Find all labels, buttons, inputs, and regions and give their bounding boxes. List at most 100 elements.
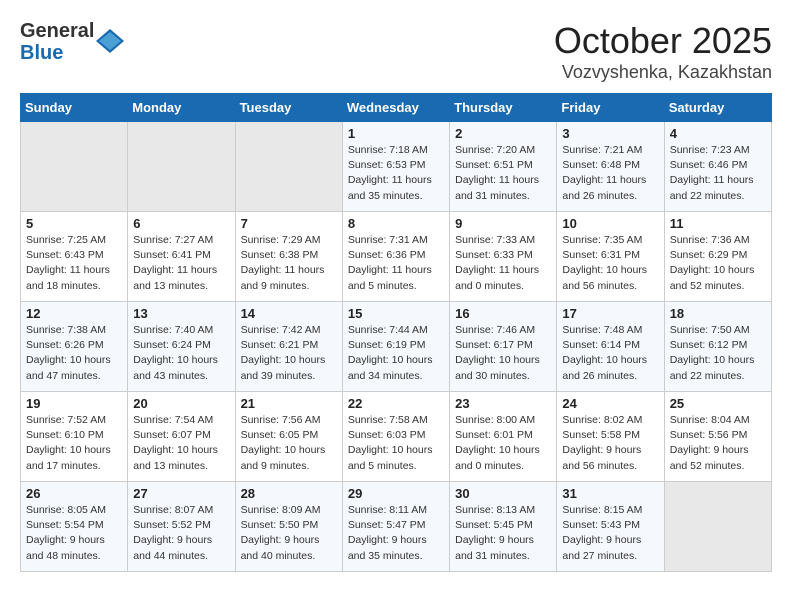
day-number: 3: [562, 126, 658, 141]
calendar-cell: 10 Sunrise: 7:35 AMSunset: 6:31 PMDayligh…: [557, 212, 664, 302]
calendar-cell: 9 Sunrise: 7:33 AMSunset: 6:33 PMDaylight…: [450, 212, 557, 302]
title-section: October 2025 Vozvyshenka, Kazakhstan: [554, 20, 772, 83]
calendar-cell: 3 Sunrise: 7:21 AMSunset: 6:48 PMDaylight…: [557, 122, 664, 212]
day-info: Sunrise: 7:27 AMSunset: 6:41 PMDaylight:…: [133, 233, 229, 294]
calendar-cell: 23 Sunrise: 8:00 AMSunset: 6:01 PMDayligh…: [450, 392, 557, 482]
day-info: Sunrise: 7:21 AMSunset: 6:48 PMDaylight:…: [562, 143, 658, 204]
day-info: Sunrise: 8:00 AMSunset: 6:01 PMDaylight:…: [455, 413, 551, 474]
calendar-cell: 12 Sunrise: 7:38 AMSunset: 6:26 PMDayligh…: [21, 302, 128, 392]
day-info: Sunrise: 8:11 AMSunset: 5:47 PMDaylight:…: [348, 503, 444, 564]
day-number: 20: [133, 396, 229, 411]
header-day-friday: Friday: [557, 94, 664, 122]
day-info: Sunrise: 7:38 AMSunset: 6:26 PMDaylight:…: [26, 323, 122, 384]
day-number: 19: [26, 396, 122, 411]
calendar-cell: 4 Sunrise: 7:23 AMSunset: 6:46 PMDaylight…: [664, 122, 771, 212]
header-day-saturday: Saturday: [664, 94, 771, 122]
day-info: Sunrise: 7:42 AMSunset: 6:21 PMDaylight:…: [241, 323, 337, 384]
day-number: 21: [241, 396, 337, 411]
day-info: Sunrise: 7:29 AMSunset: 6:38 PMDaylight:…: [241, 233, 337, 294]
day-number: 24: [562, 396, 658, 411]
calendar-table: SundayMondayTuesdayWednesdayThursdayFrid…: [20, 93, 772, 572]
day-number: 29: [348, 486, 444, 501]
day-info: Sunrise: 7:33 AMSunset: 6:33 PMDaylight:…: [455, 233, 551, 294]
day-info: Sunrise: 7:23 AMSunset: 6:46 PMDaylight:…: [670, 143, 766, 204]
location-title: Vozvyshenka, Kazakhstan: [554, 62, 772, 83]
day-info: Sunrise: 7:50 AMSunset: 6:12 PMDaylight:…: [670, 323, 766, 384]
header-day-monday: Monday: [128, 94, 235, 122]
calendar-cell: [128, 122, 235, 212]
day-number: 16: [455, 306, 551, 321]
day-number: 2: [455, 126, 551, 141]
day-number: 9: [455, 216, 551, 231]
day-number: 31: [562, 486, 658, 501]
day-info: Sunrise: 7:40 AMSunset: 6:24 PMDaylight:…: [133, 323, 229, 384]
day-number: 14: [241, 306, 337, 321]
day-number: 7: [241, 216, 337, 231]
day-info: Sunrise: 8:07 AMSunset: 5:52 PMDaylight:…: [133, 503, 229, 564]
calendar-cell: 26 Sunrise: 8:05 AMSunset: 5:54 PMDayligh…: [21, 482, 128, 572]
day-info: Sunrise: 7:31 AMSunset: 6:36 PMDaylight:…: [348, 233, 444, 294]
day-number: 11: [670, 216, 766, 231]
calendar-week-1: 1 Sunrise: 7:18 AMSunset: 6:53 PMDaylight…: [21, 122, 772, 212]
day-info: Sunrise: 8:02 AMSunset: 5:58 PMDaylight:…: [562, 413, 658, 474]
day-info: Sunrise: 8:05 AMSunset: 5:54 PMDaylight:…: [26, 503, 122, 564]
day-number: 27: [133, 486, 229, 501]
day-number: 10: [562, 216, 658, 231]
calendar-cell: 29 Sunrise: 8:11 AMSunset: 5:47 PMDayligh…: [342, 482, 449, 572]
logo-text: General Blue: [20, 20, 94, 64]
day-number: 8: [348, 216, 444, 231]
day-number: 5: [26, 216, 122, 231]
calendar-cell: 7 Sunrise: 7:29 AMSunset: 6:38 PMDaylight…: [235, 212, 342, 302]
calendar-cell: 8 Sunrise: 7:31 AMSunset: 6:36 PMDaylight…: [342, 212, 449, 302]
calendar-week-3: 12 Sunrise: 7:38 AMSunset: 6:26 PMDayligh…: [21, 302, 772, 392]
day-info: Sunrise: 7:56 AMSunset: 6:05 PMDaylight:…: [241, 413, 337, 474]
calendar-cell: 1 Sunrise: 7:18 AMSunset: 6:53 PMDaylight…: [342, 122, 449, 212]
day-info: Sunrise: 8:13 AMSunset: 5:45 PMDaylight:…: [455, 503, 551, 564]
day-number: 26: [26, 486, 122, 501]
header: General Blue October 2025 Vozvyshenka, K…: [20, 20, 772, 83]
calendar-cell: 13Sunrise: 7:40 AMSunset: 6:24 PMDayligh…: [128, 302, 235, 392]
calendar-cell: 14 Sunrise: 7:42 AMSunset: 6:21 PMDayligh…: [235, 302, 342, 392]
day-number: 6: [133, 216, 229, 231]
calendar-cell: 21 Sunrise: 7:56 AMSunset: 6:05 PMDayligh…: [235, 392, 342, 482]
day-info: Sunrise: 7:54 AMSunset: 6:07 PMDaylight:…: [133, 413, 229, 474]
day-info: Sunrise: 7:25 AMSunset: 6:43 PMDaylight:…: [26, 233, 122, 294]
calendar-cell: 25Sunrise: 8:04 AMSunset: 5:56 PMDayligh…: [664, 392, 771, 482]
day-info: Sunrise: 7:58 AMSunset: 6:03 PMDaylight:…: [348, 413, 444, 474]
calendar-cell: 6 Sunrise: 7:27 AMSunset: 6:41 PMDaylight…: [128, 212, 235, 302]
day-number: 23: [455, 396, 551, 411]
calendar-cell: 31 Sunrise: 8:15 AMSunset: 5:43 PMDayligh…: [557, 482, 664, 572]
header-day-tuesday: Tuesday: [235, 94, 342, 122]
calendar-week-4: 19Sunrise: 7:52 AMSunset: 6:10 PMDayligh…: [21, 392, 772, 482]
day-info: Sunrise: 7:48 AMSunset: 6:14 PMDaylight:…: [562, 323, 658, 384]
calendar-cell: [235, 122, 342, 212]
day-number: 18: [670, 306, 766, 321]
calendar-cell: 2Sunrise: 7:20 AMSunset: 6:51 PMDaylight…: [450, 122, 557, 212]
day-number: 4: [670, 126, 766, 141]
calendar-cell: 11Sunrise: 7:36 AMSunset: 6:29 PMDayligh…: [664, 212, 771, 302]
day-info: Sunrise: 8:09 AMSunset: 5:50 PMDaylight:…: [241, 503, 337, 564]
day-number: 22: [348, 396, 444, 411]
calendar-cell: 24 Sunrise: 8:02 AMSunset: 5:58 PMDayligh…: [557, 392, 664, 482]
day-number: 28: [241, 486, 337, 501]
calendar-cell: 20 Sunrise: 7:54 AMSunset: 6:07 PMDayligh…: [128, 392, 235, 482]
calendar-cell: 15Sunrise: 7:44 AMSunset: 6:19 PMDayligh…: [342, 302, 449, 392]
day-info: Sunrise: 7:18 AMSunset: 6:53 PMDaylight:…: [348, 143, 444, 204]
calendar-cell: [664, 482, 771, 572]
calendar-week-5: 26 Sunrise: 8:05 AMSunset: 5:54 PMDayligh…: [21, 482, 772, 572]
day-number: 15: [348, 306, 444, 321]
logo-general: General: [20, 20, 94, 42]
day-number: 17: [562, 306, 658, 321]
day-number: 12: [26, 306, 122, 321]
calendar-cell: 19Sunrise: 7:52 AMSunset: 6:10 PMDayligh…: [21, 392, 128, 482]
logo-blue: Blue: [20, 42, 94, 64]
month-title: October 2025: [554, 20, 772, 62]
day-info: Sunrise: 8:15 AMSunset: 5:43 PMDaylight:…: [562, 503, 658, 564]
logo-flag-icon: [96, 27, 124, 55]
day-info: Sunrise: 7:46 AMSunset: 6:17 PMDaylight:…: [455, 323, 551, 384]
calendar-cell: [21, 122, 128, 212]
day-number: 1: [348, 126, 444, 141]
header-day-thursday: Thursday: [450, 94, 557, 122]
day-info: Sunrise: 7:35 AMSunset: 6:31 PMDaylight:…: [562, 233, 658, 294]
day-number: 25: [670, 396, 766, 411]
